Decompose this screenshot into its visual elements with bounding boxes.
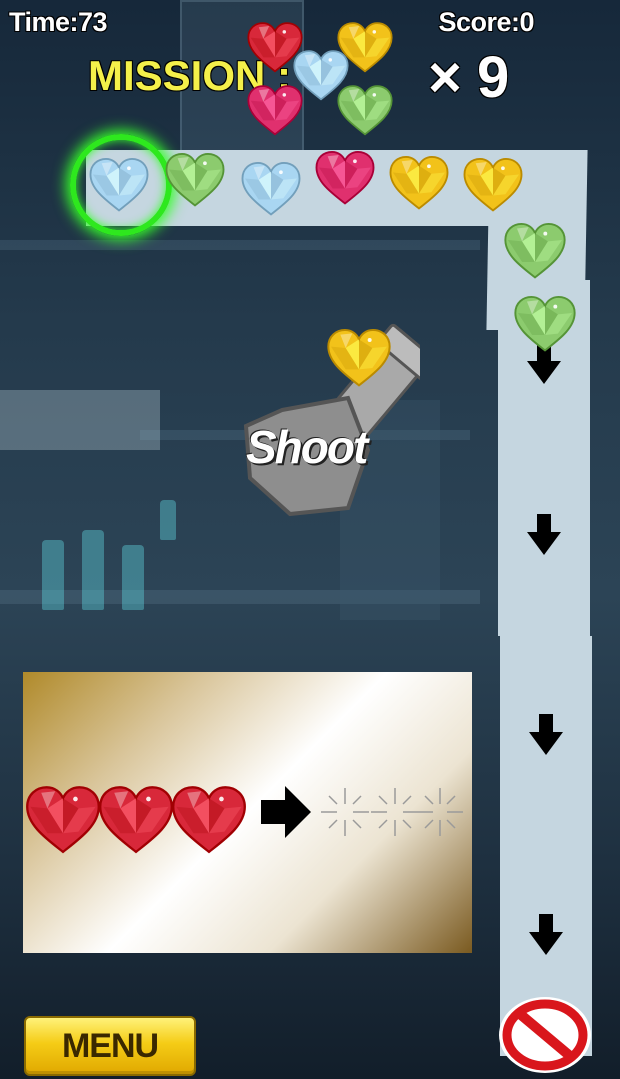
background-bottle	[160, 500, 176, 540]
mission-heart-pink-icon	[246, 83, 304, 138]
background-bottle	[122, 545, 144, 610]
score-counter: Score:0	[438, 7, 534, 37]
shoot-button[interactable]: Shoot	[246, 420, 368, 474]
background-bottle	[82, 530, 104, 610]
background-shelf	[0, 390, 160, 450]
arrow-down-icon	[528, 914, 564, 956]
arrow-right-icon	[261, 784, 313, 840]
chain-heart-icon[interactable]	[164, 152, 226, 208]
chain-heart-icon[interactable]	[314, 150, 376, 206]
chain-track-vertical-lower	[500, 636, 592, 1056]
background-bottle	[42, 540, 64, 610]
arrow-down-icon	[526, 514, 562, 556]
background-shelf	[0, 240, 480, 250]
chain-heart-icon[interactable]	[240, 161, 302, 217]
mission-heart-green-icon	[336, 83, 394, 138]
chain-heart-icon[interactable]	[388, 155, 450, 211]
hint-heart-red-icon	[169, 785, 249, 855]
time-counter: Time:73	[9, 7, 108, 37]
sparkle-icon	[315, 782, 465, 842]
chain-heart-icon[interactable]	[499, 222, 571, 280]
loaded-heart-icon	[322, 328, 396, 388]
hint-heart-red-icon	[23, 785, 103, 855]
arrow-down-icon	[528, 714, 564, 756]
mission-multiplier: × 9	[428, 45, 509, 110]
hint-panel	[23, 672, 472, 953]
menu-button[interactable]: MENU	[24, 1016, 196, 1076]
chain-heart-icon[interactable]	[88, 157, 150, 213]
chain-heart-icon[interactable]	[462, 157, 524, 213]
no-entry-icon	[497, 995, 593, 1075]
chain-heart-icon[interactable]	[509, 295, 581, 353]
hint-heart-red-icon	[96, 785, 176, 855]
